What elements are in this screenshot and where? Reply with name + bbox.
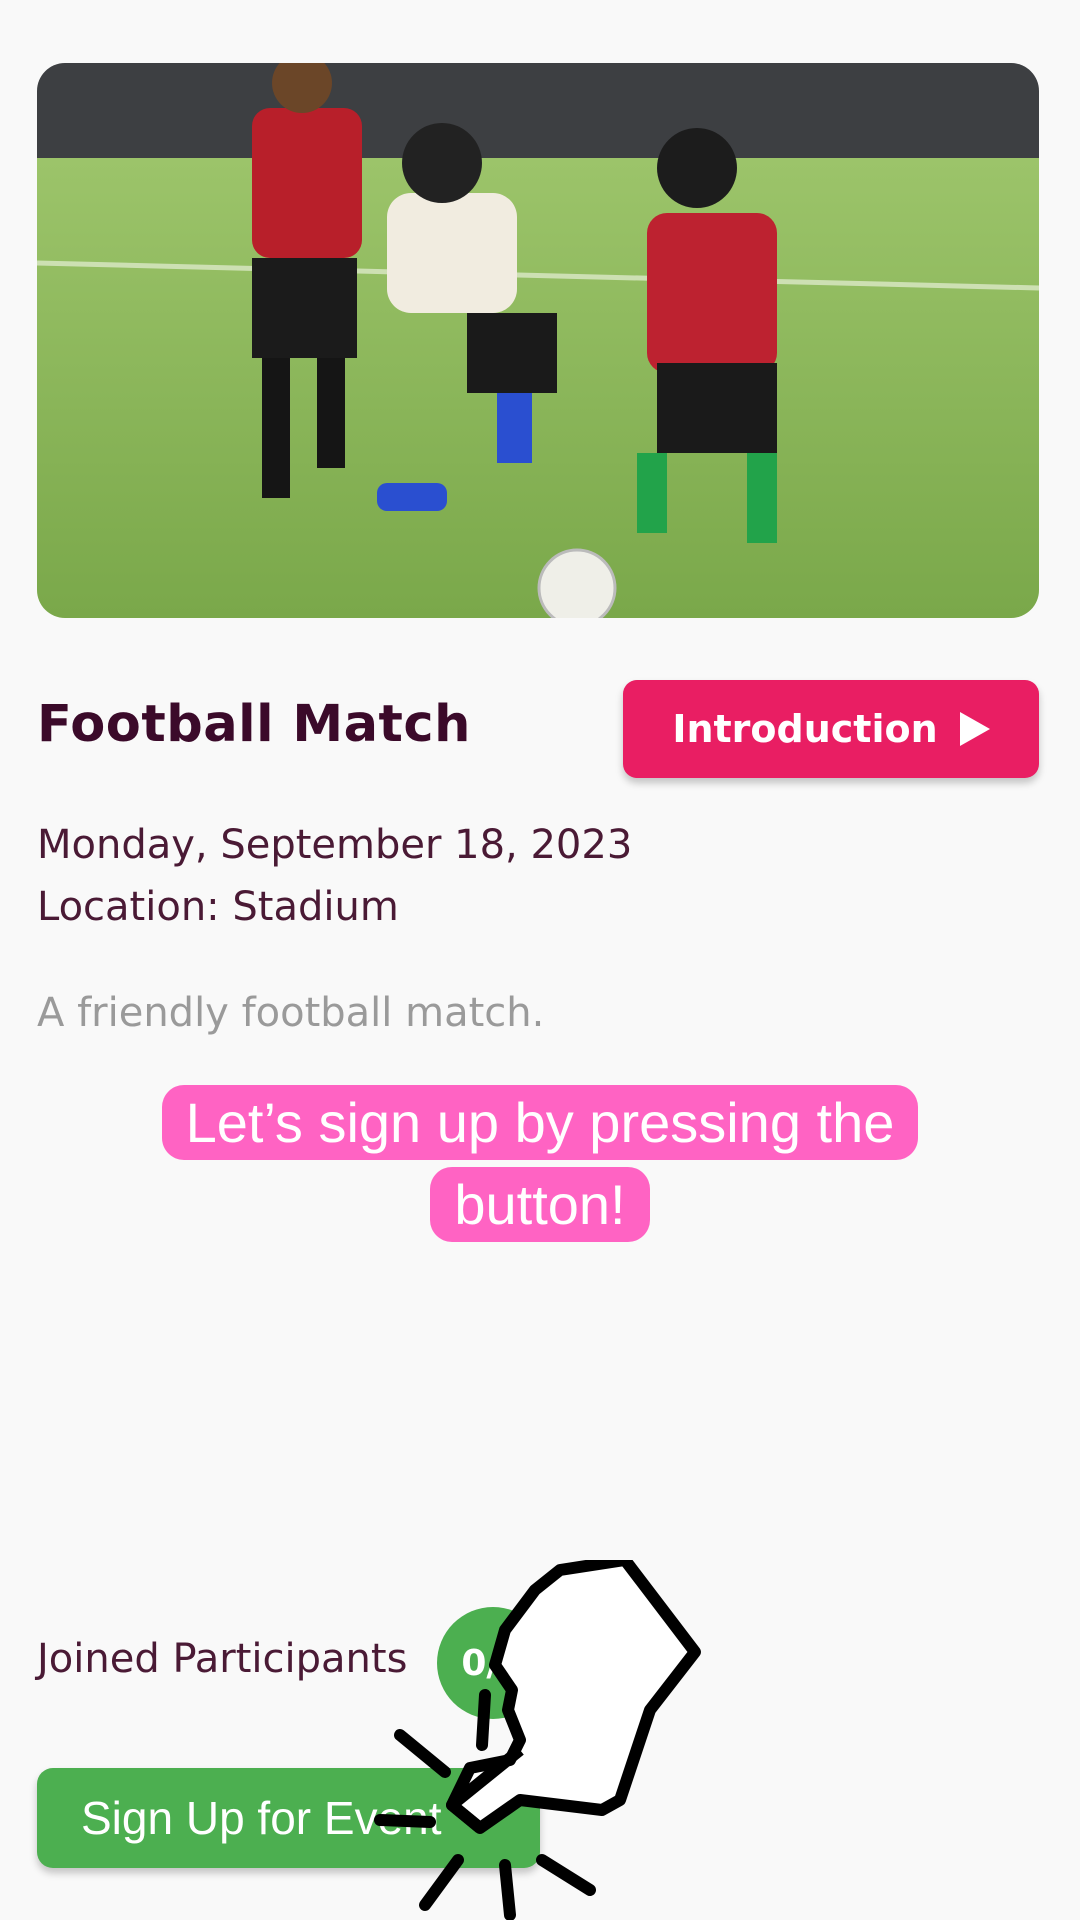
tutorial-callout: Let’s sign up by pressing the button!: [140, 1082, 940, 1246]
introduction-button-label: Introduction: [672, 707, 938, 751]
tap-hand-icon: [374, 1560, 701, 1920]
play-icon: [959, 712, 990, 746]
tutorial-callout-text: Let’s sign up by pressing the button!: [161, 1085, 919, 1242]
event-hero-image: [37, 63, 1039, 618]
event-date: Monday, September 18, 2023: [37, 822, 633, 868]
event-title: Football Match: [37, 695, 471, 754]
introduction-button[interactable]: Introduction: [623, 680, 1039, 778]
event-location: Location: Stadium: [37, 884, 399, 930]
participants-label: Joined Participants: [37, 1636, 408, 1682]
event-description: A friendly football match.: [37, 990, 545, 1036]
